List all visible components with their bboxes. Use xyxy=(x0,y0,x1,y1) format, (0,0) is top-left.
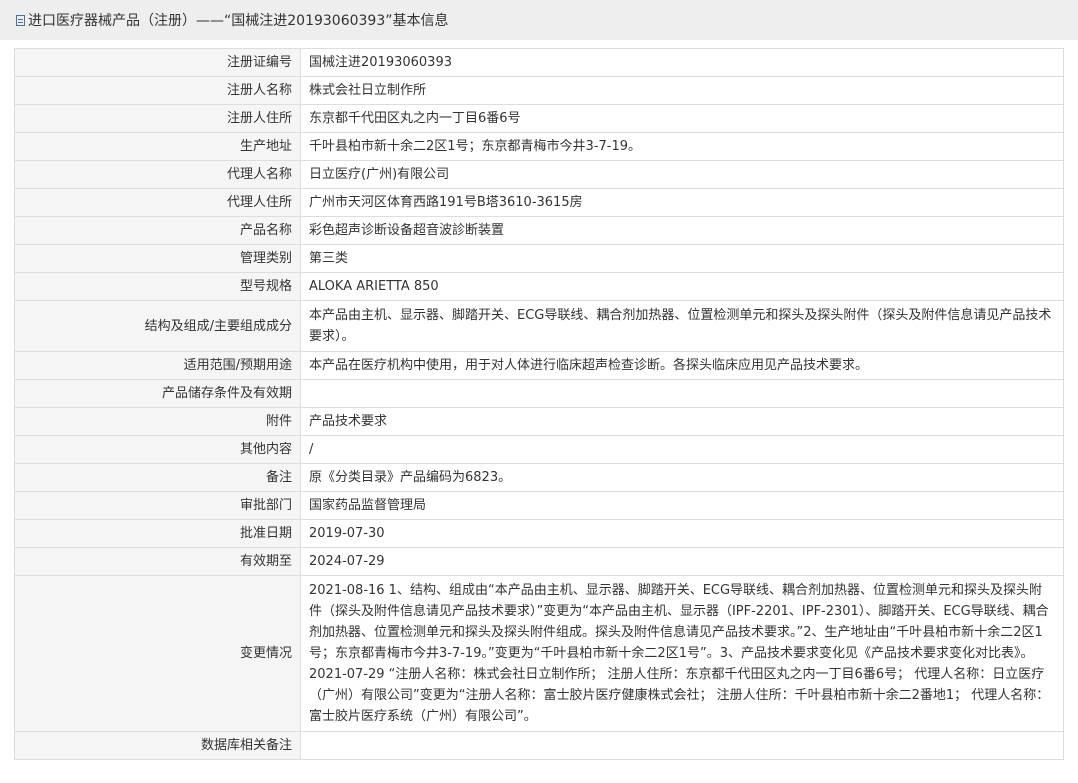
row-value: 产品技术要求 xyxy=(300,407,1064,436)
table-row: 审批部门 国家药品监督管理局 xyxy=(14,491,1064,520)
table-row: 批准日期 2019-07-30 xyxy=(14,519,1064,548)
row-label: 批准日期 xyxy=(14,519,301,548)
row-value: 2021-08-16 1、结构、组成由“本产品由主机、显示器、脚踏开关、ECG导… xyxy=(300,575,1064,732)
row-label: 注册人名称 xyxy=(14,76,301,105)
row-label: 变更情况 xyxy=(14,575,301,732)
table-row: 型号规格 ALOKA ARIETTA 850 xyxy=(14,272,1064,301)
table-row: 产品储存条件及有效期 xyxy=(14,379,1064,408)
document-icon xyxy=(16,14,25,26)
row-value: 原《分类目录》产品编码为6823。 xyxy=(300,463,1064,492)
row-value: 千叶县柏市新十余二2区1号；东京都青梅市今井3-7-19。 xyxy=(300,132,1064,161)
table-row: 变更情况 2021-08-16 1、结构、组成由“本产品由主机、显示器、脚踏开关、… xyxy=(14,575,1064,732)
row-label: 数据库相关备注 xyxy=(14,731,301,760)
row-label: 代理人名称 xyxy=(14,160,301,189)
row-value: 本产品在医疗机构中使用，用于对人体进行临床超声检查诊断。各探头临床应用见产品技术… xyxy=(300,351,1064,380)
row-label: 其他内容 xyxy=(14,435,301,464)
table-row: 注册证编号 国械注进20193060393 xyxy=(14,48,1064,77)
row-label: 备注 xyxy=(14,463,301,492)
row-value: / xyxy=(300,435,1064,464)
row-value: 2024-07-29 xyxy=(300,547,1064,576)
table-row: 注册人住所 东京都千代田区丸之内一丁目6番6号 xyxy=(14,104,1064,133)
table-row: 管理类别 第三类 xyxy=(14,244,1064,273)
row-label: 生产地址 xyxy=(14,132,301,161)
row-label: 管理类别 xyxy=(14,244,301,273)
table-row: 注册人名称 株式会社日立制作所 xyxy=(14,76,1064,105)
row-label: 结构及组成/主要组成成分 xyxy=(14,300,301,352)
table-row: 备注 原《分类目录》产品编码为6823。 xyxy=(14,463,1064,492)
table-row: 数据库相关备注 xyxy=(14,731,1064,760)
page-header: 进口医疗器械产品（注册）——“国械注进20193060393”基本信息 xyxy=(0,0,1078,40)
page-title: 进口医疗器械产品（注册）——“国械注进20193060393”基本信息 xyxy=(28,13,449,29)
table-row: 适用范围/预期用途 本产品在医疗机构中使用，用于对人体进行临床超声检查诊断。各探头… xyxy=(14,351,1064,380)
table-row: 代理人住所 广州市天河区体育西路191号B塔3610-3615房 xyxy=(14,188,1064,217)
row-label: 型号规格 xyxy=(14,272,301,301)
table-row: 其他内容 / xyxy=(14,435,1064,464)
table-row: 生产地址 千叶县柏市新十余二2区1号；东京都青梅市今井3-7-19。 xyxy=(14,132,1064,161)
row-value: 国家药品监督管理局 xyxy=(300,491,1064,520)
row-value: 日立医疗(广州)有限公司 xyxy=(300,160,1064,189)
row-value: 东京都千代田区丸之内一丁目6番6号 xyxy=(300,104,1064,133)
row-value: 本产品由主机、显示器、脚踏开关、ECG导联线、耦合剂加热器、位置检测单元和探头及… xyxy=(300,300,1064,352)
row-label: 审批部门 xyxy=(14,491,301,520)
row-value: 彩色超声诊断设备超音波診断装置 xyxy=(300,216,1064,245)
table-row: 有效期至 2024-07-29 xyxy=(14,547,1064,576)
row-label: 注册证编号 xyxy=(14,48,301,77)
row-label: 产品储存条件及有效期 xyxy=(14,379,301,408)
table-row: 附件 产品技术要求 xyxy=(14,407,1064,436)
row-label: 注册人住所 xyxy=(14,104,301,133)
row-label: 有效期至 xyxy=(14,547,301,576)
row-value xyxy=(300,379,1064,408)
row-value: 国械注进20193060393 xyxy=(300,48,1064,77)
row-value: 株式会社日立制作所 xyxy=(300,76,1064,105)
row-value: ALOKA ARIETTA 850 xyxy=(300,272,1064,301)
row-value: 广州市天河区体育西路191号B塔3610-3615房 xyxy=(300,188,1064,217)
table-row: 代理人名称 日立医疗(广州)有限公司 xyxy=(14,160,1064,189)
row-value: 第三类 xyxy=(300,244,1064,273)
row-label: 产品名称 xyxy=(14,216,301,245)
row-label: 代理人住所 xyxy=(14,188,301,217)
row-label: 适用范围/预期用途 xyxy=(14,351,301,380)
row-value xyxy=(300,731,1064,760)
table-row: 产品名称 彩色超声诊断设备超音波診断装置 xyxy=(14,216,1064,245)
table-row: 结构及组成/主要组成成分 本产品由主机、显示器、脚踏开关、ECG导联线、耦合剂加热… xyxy=(14,300,1064,352)
row-value: 2019-07-30 xyxy=(300,519,1064,548)
row-label: 附件 xyxy=(14,407,301,436)
info-table: 注册证编号 国械注进20193060393 注册人名称 株式会社日立制作所 注册人住… xyxy=(14,48,1064,760)
